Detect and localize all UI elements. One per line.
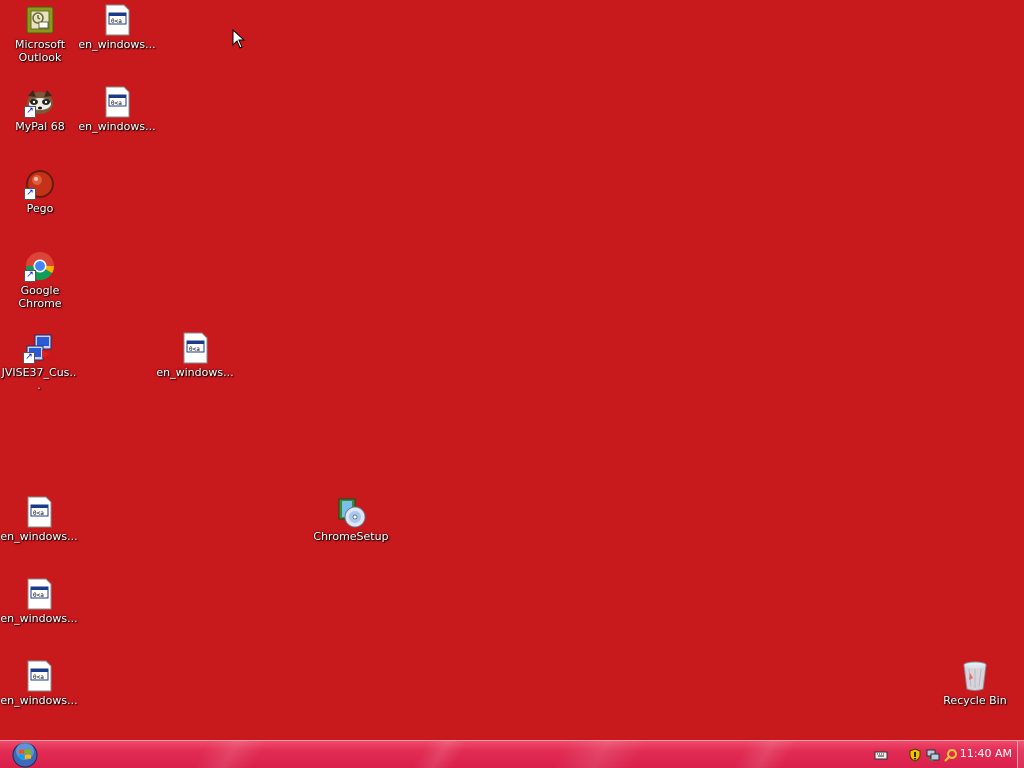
- outlook-icon: [24, 4, 56, 36]
- shortcut-arrow-icon: ↗: [24, 106, 36, 118]
- document-icon: 0<a: [101, 4, 133, 36]
- desktop-icon-label: en_windows...: [78, 38, 156, 51]
- desktop-icon-label: JVISE37_Cus...: [1, 366, 77, 392]
- document-icon: 0<a: [101, 86, 133, 118]
- desktop-icon-google-chrome[interactable]: ↗ Google Chrome: [1, 248, 79, 322]
- windows-start-orb-icon: [12, 742, 38, 768]
- desktop-icon-label: en_windows...: [0, 530, 78, 543]
- installer-icon: ↗: [23, 332, 55, 364]
- taskbar-clock[interactable]: 11:40 AM: [960, 747, 1012, 760]
- desktop-icon-label: Pego: [26, 202, 54, 215]
- system-tray: 11:40 AM: [864, 741, 1024, 768]
- mypal-browser-icon: ↗: [24, 86, 56, 118]
- search-icon[interactable]: [944, 747, 958, 762]
- desktop-icon-label: Microsoft Outlook: [14, 38, 66, 64]
- desktop-icon-label: MyPal 68: [15, 120, 65, 133]
- svg-text:0<a: 0<a: [33, 674, 44, 681]
- shortcut-arrow-icon: ↗: [24, 188, 36, 200]
- recycle-bin-icon: [959, 660, 991, 692]
- network-icon[interactable]: [926, 747, 940, 762]
- setup-icon: [335, 496, 367, 528]
- chrome-icon: ↗: [24, 250, 56, 282]
- security-shield-icon[interactable]: [908, 747, 922, 762]
- taskbar-decoration: [731, 741, 799, 768]
- svg-text:0<a: 0<a: [189, 346, 200, 353]
- document-icon: 0<a: [23, 496, 55, 528]
- desktop-icon-label: Recycle Bin: [943, 694, 1007, 707]
- desktop-icon-recycle-bin[interactable]: Recycle Bin: [936, 658, 1014, 732]
- taskbar-decoration: [551, 741, 649, 768]
- svg-text:0<a: 0<a: [33, 592, 44, 599]
- svg-text:0<a: 0<a: [33, 510, 44, 517]
- pego-icon: ↗: [24, 168, 56, 200]
- desktop-icon-en-windows-3[interactable]: 0<a en_windows...: [156, 330, 234, 404]
- desktop-icon-label: en_windows...: [78, 120, 156, 133]
- mouse-cursor-icon: [232, 28, 246, 53]
- desktop-icon-en-windows-4[interactable]: 0<a en_windows...: [0, 494, 78, 568]
- taskbar: 11:40 AM: [0, 740, 1024, 768]
- desktop-icon-en-windows-5[interactable]: 0<a en_windows...: [0, 576, 78, 650]
- desktop-icon-label: Google Chrome: [18, 284, 62, 310]
- desktop[interactable]: Microsoft Outlook 0<a en_windows... ↗ My…: [0, 0, 1024, 740]
- desktop-icon-en-windows-1[interactable]: 0<a en_windows...: [78, 2, 156, 76]
- taskbar-decoration: [191, 741, 269, 768]
- svg-text:0<a: 0<a: [111, 100, 122, 107]
- desktop-icon-label: en_windows...: [156, 366, 234, 379]
- desktop-icon-label: en_windows...: [0, 612, 78, 625]
- start-button[interactable]: [10, 741, 40, 768]
- document-icon: 0<a: [23, 660, 55, 692]
- show-desktop-button[interactable]: [1017, 741, 1024, 768]
- document-icon: 0<a: [23, 578, 55, 610]
- desktop-icon-jvise37[interactable]: ↗ JVISE37_Cus...: [0, 330, 78, 404]
- desktop-icon-microsoft-outlook[interactable]: Microsoft Outlook: [1, 2, 79, 76]
- desktop-icon-pego[interactable]: ↗ Pego: [1, 166, 79, 240]
- desktop-icon-label: en_windows...: [0, 694, 78, 707]
- shortcut-arrow-icon: ↗: [24, 270, 36, 282]
- shortcut-arrow-icon: ↗: [23, 352, 35, 364]
- desktop-icon-en-windows-6[interactable]: 0<a en_windows...: [0, 658, 78, 732]
- desktop-icon-mypal-68[interactable]: ↗ MyPal 68: [1, 84, 79, 158]
- document-icon: 0<a: [179, 332, 211, 364]
- desktop-icon-chromesetup[interactable]: ChromeSetup: [312, 494, 390, 568]
- desktop-icon-en-windows-2[interactable]: 0<a en_windows...: [78, 84, 156, 158]
- svg-text:0<a: 0<a: [111, 18, 122, 25]
- taskbar-decoration: [411, 741, 469, 768]
- desktop-icon-label: ChromeSetup: [313, 530, 389, 543]
- keyboard-icon[interactable]: [874, 747, 888, 761]
